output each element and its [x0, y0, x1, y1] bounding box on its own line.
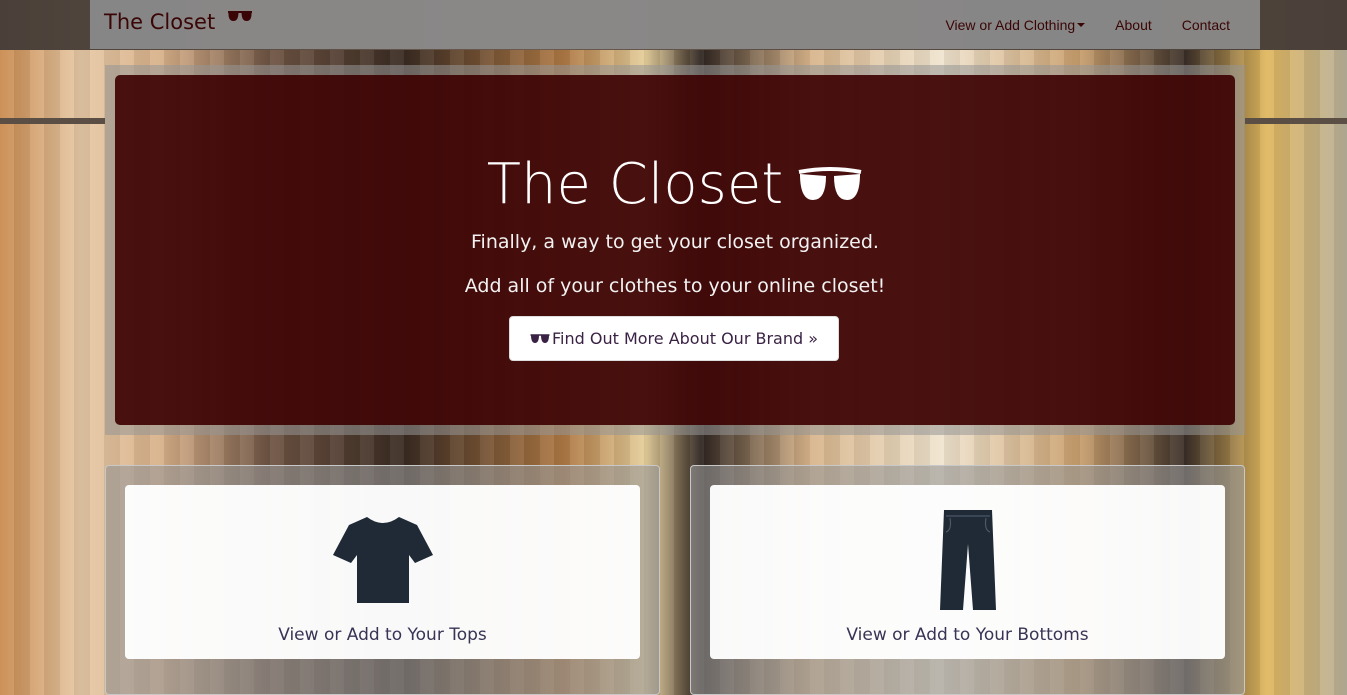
brand-title: The Closet [104, 10, 216, 34]
clothing-rail-left [0, 118, 105, 124]
nav-contact-label: Contact [1181, 16, 1230, 33]
pants-icon-wrap [710, 508, 1225, 612]
hero-jumbotron: The Closet Finally, a way to get your cl… [115, 75, 1235, 425]
brand-link[interactable]: The Closet [104, 10, 253, 34]
bottoms-card[interactable]: View or Add to Your Bottoms [710, 485, 1225, 659]
sunglasses-icon [530, 334, 550, 343]
sunglasses-icon [228, 11, 253, 21]
hero-title: The Closet [115, 151, 1235, 217]
clothing-rail-right [1245, 118, 1347, 124]
tshirt-icon [332, 517, 433, 603]
tops-card[interactable]: View or Add to Your Tops [125, 485, 640, 659]
find-out-more-button[interactable]: Find Out More About Our Brand » [509, 316, 839, 361]
hero-tagline: Finally, a way to get your closet organi… [471, 231, 879, 253]
find-out-more-label: Find Out More About Our Brand » [551, 329, 819, 348]
nav-links: View or Add Clothing About Contact [930, 0, 1260, 49]
bottoms-label: View or Add to Your Bottoms [846, 625, 1089, 645]
tops-label: View or Add to Your Tops [278, 625, 487, 645]
nav-about-link[interactable]: About [1100, 0, 1167, 49]
nav-about-label: About [1115, 16, 1152, 33]
pants-icon [939, 510, 996, 610]
nav-view-add-clothing-label: View or Add Clothing [945, 16, 1076, 33]
nav-view-add-clothing-dropdown[interactable]: View or Add Clothing [930, 0, 1100, 49]
nav-contact-link[interactable]: Contact [1167, 0, 1260, 49]
navbar: The Closet View or Add Clothing About Co… [90, 0, 1260, 49]
tshirt-icon-wrap [125, 515, 640, 605]
hero-subtagline: Add all of your clothes to your online c… [464, 275, 886, 297]
caret-down-icon [1077, 22, 1086, 27]
sunglasses-icon [798, 167, 862, 200]
hero-title-text: The Closet [486, 151, 784, 217]
